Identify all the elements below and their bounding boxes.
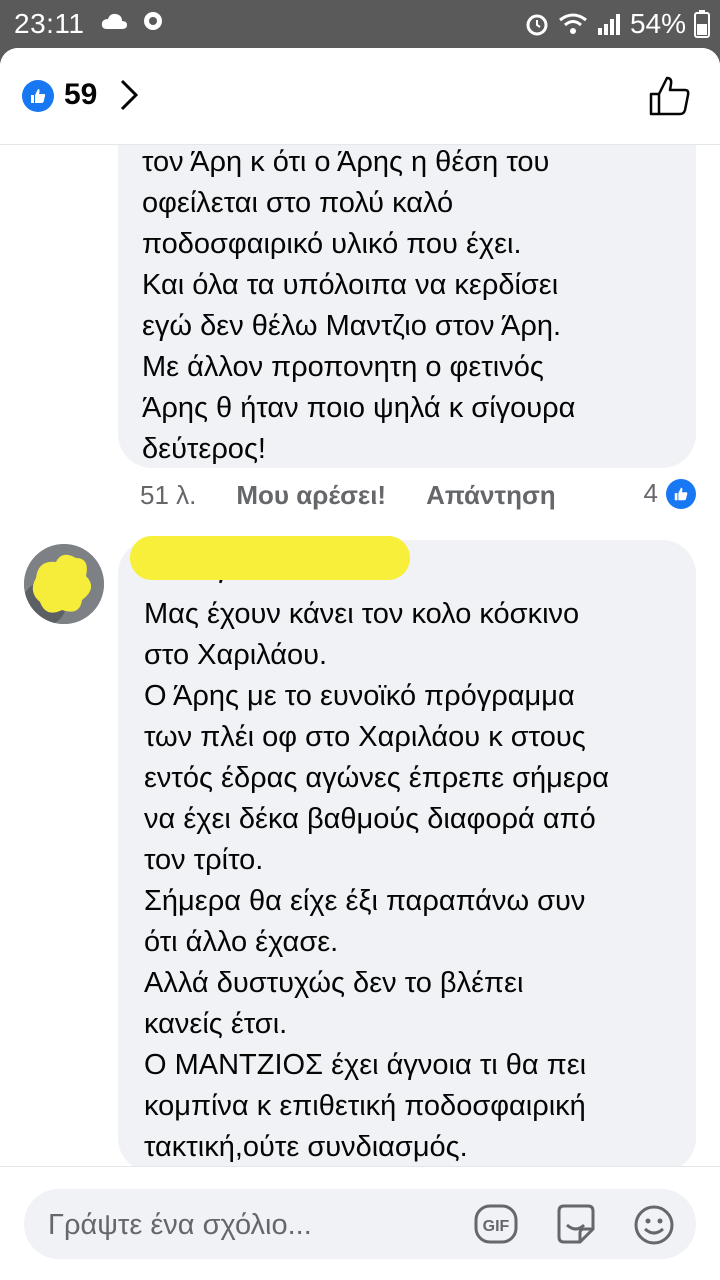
like-reaction-icon[interactable] (22, 80, 54, 112)
emoji-icon[interactable] (632, 1203, 676, 1247)
like-button[interactable]: Μου αρέσει! (236, 480, 386, 511)
comment-input[interactable]: Γράψτε ένα σχόλιο... GIF (24, 1189, 696, 1259)
comment-timestamp: 51 λ. (140, 480, 197, 510)
wifi-icon (559, 13, 587, 34)
like-reaction-icon (666, 478, 696, 509)
like-count[interactable]: 59 (64, 78, 97, 112)
comment-placeholder: Γράψτε ένα σχόλιο... (48, 1209, 312, 1241)
status-time: 23:11 (14, 8, 85, 39)
comment-bubble: Ντίνος Μας έχουν κάνει τον κολο κόσκινο … (118, 536, 696, 1172)
battery-percent: 54% (629, 8, 686, 39)
cloud-icon (101, 13, 127, 29)
alarm-icon (526, 14, 548, 36)
status-bar: 23:11 54% (0, 0, 720, 50)
avatar[interactable] (24, 544, 104, 624)
comments-sheet: 59 τον Άρη κ ότι ο Άρης η θέση του οφείλ… (0, 48, 720, 1280)
comment-text: τον Άρη κ ότι ο Άρης η θέση του οφείλετα… (142, 146, 576, 465)
thumbs-up-outline-icon[interactable] (648, 74, 692, 118)
reactions-header: 59 (0, 48, 720, 145)
svg-text:GIF: GIF (483, 1218, 510, 1235)
reply-button[interactable]: Απάντηση (426, 480, 556, 511)
sync-icon (144, 12, 162, 30)
chevron-right-icon[interactable] (118, 78, 140, 112)
comment-text: Μας έχουν κάνει τον κολο κόσκινο στο Χαρ… (144, 598, 610, 1163)
reaction-count[interactable]: 4 (644, 478, 696, 509)
gif-icon[interactable]: GIF (474, 1203, 518, 1245)
comments-list: τον Άρη κ ότι ο Άρης η θέση του οφείλετα… (0, 144, 720, 1194)
comment-bubble: τον Άρη κ ότι ο Άρης η θέση του οφείλετα… (118, 144, 696, 468)
name-redaction-overlay (130, 536, 410, 580)
sticker-icon[interactable] (554, 1203, 598, 1247)
signal-icon (597, 14, 620, 35)
battery-icon (694, 10, 710, 38)
comment-actions: 51 λ. Μου αρέσει! Απάντηση (140, 480, 556, 511)
comment-composer: Γράψτε ένα σχόλιο... GIF (0, 1166, 720, 1280)
